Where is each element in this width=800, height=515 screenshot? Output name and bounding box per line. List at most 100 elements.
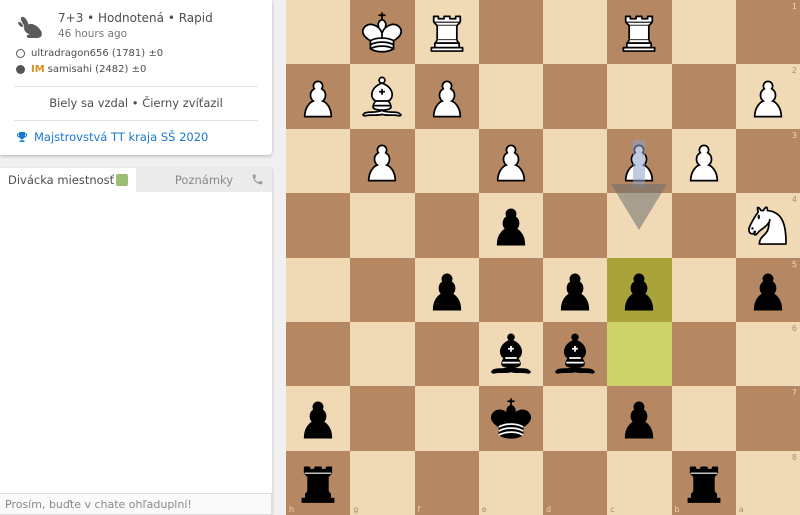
square-g3[interactable] <box>350 128 415 194</box>
square-b1[interactable] <box>671 0 736 65</box>
square-f3[interactable] <box>414 128 479 194</box>
white-pawn-icon[interactable] <box>421 71 473 123</box>
square-c4[interactable] <box>607 193 672 258</box>
square-d8[interactable]: d <box>543 450 608 515</box>
square-e7[interactable] <box>478 386 543 451</box>
square-e8[interactable]: e <box>478 450 543 515</box>
chat-toggle-checkbox[interactable] <box>116 174 128 186</box>
square-c7[interactable] <box>607 386 672 451</box>
square-e1[interactable] <box>478 0 543 65</box>
square-e3[interactable] <box>478 128 543 194</box>
black-pawn-icon[interactable] <box>613 392 665 444</box>
square-f4[interactable] <box>414 193 479 258</box>
white-pawn-icon[interactable] <box>356 135 408 187</box>
square-f8[interactable]: f <box>414 450 479 515</box>
black-rook-icon[interactable] <box>292 457 344 509</box>
black-king-icon[interactable] <box>485 392 537 444</box>
square-e6[interactable] <box>478 321 543 387</box>
black-pawn-icon[interactable] <box>613 264 665 316</box>
black-pawn-icon[interactable] <box>421 264 473 316</box>
square-d7[interactable] <box>543 386 608 451</box>
black-player[interactable]: IM samisahi (2482) ±0 <box>16 64 146 75</box>
white-rook-icon[interactable] <box>613 6 665 58</box>
square-h4[interactable] <box>286 193 351 258</box>
square-a4[interactable]: 4 <box>735 193 800 258</box>
white-rook-icon[interactable] <box>421 6 473 58</box>
square-e5[interactable] <box>478 257 543 322</box>
square-d2[interactable] <box>543 64 608 129</box>
square-g4[interactable] <box>350 193 415 258</box>
tournament-name[interactable]: Majstrovstvá TT kraja SŠ 2020 <box>34 130 208 144</box>
square-a5[interactable]: 5 <box>735 257 800 322</box>
square-d5[interactable] <box>543 257 608 322</box>
white-pawn-icon[interactable] <box>292 71 344 123</box>
square-c1[interactable] <box>607 0 672 65</box>
square-f7[interactable] <box>414 386 479 451</box>
tab-chat-room[interactable]: Divácka miestnosť <box>0 168 136 192</box>
square-g1[interactable] <box>350 0 415 65</box>
square-b5[interactable] <box>671 257 736 322</box>
tournament-link[interactable]: Majstrovstvá TT kraja SŠ 2020 <box>16 130 208 144</box>
white-king-icon[interactable] <box>356 6 408 58</box>
square-a1[interactable]: 1 <box>735 0 800 65</box>
black-rook-icon[interactable] <box>678 457 730 509</box>
square-g2[interactable] <box>350 64 415 129</box>
square-g5[interactable] <box>350 257 415 322</box>
square-g6[interactable] <box>350 321 415 387</box>
square-c8[interactable]: c <box>607 450 672 515</box>
square-h6[interactable] <box>286 321 351 387</box>
square-h2[interactable] <box>286 64 351 129</box>
black-pawn-icon[interactable] <box>292 392 344 444</box>
black-bishop-icon[interactable] <box>549 328 601 380</box>
square-h7[interactable] <box>286 386 351 451</box>
black-pawn-icon[interactable] <box>485 199 537 251</box>
white-bishop-icon[interactable] <box>356 71 408 123</box>
square-a2[interactable]: 2 <box>735 64 800 129</box>
square-b8[interactable]: b <box>671 450 736 515</box>
square-c3[interactable] <box>607 128 672 194</box>
white-pawn-icon[interactable] <box>613 135 665 187</box>
square-a6[interactable]: 6 <box>735 321 800 387</box>
square-f1[interactable] <box>414 0 479 65</box>
square-b2[interactable] <box>671 64 736 129</box>
square-e4[interactable] <box>478 193 543 258</box>
white-player[interactable]: ultradragon656 (1781) ±0 <box>16 48 163 59</box>
square-b4[interactable] <box>671 193 736 258</box>
square-d1[interactable] <box>543 0 608 65</box>
square-b3[interactable] <box>671 128 736 194</box>
square-c6[interactable] <box>607 321 672 387</box>
square-d3[interactable] <box>543 128 608 194</box>
square-f5[interactable] <box>414 257 479 322</box>
tab-notes[interactable]: Poznámky <box>136 168 272 192</box>
square-h8[interactable]: h <box>286 450 351 515</box>
square-a8[interactable]: 8a <box>735 450 800 515</box>
white-player-name[interactable]: ultradragon656 (1781) ±0 <box>31 48 163 59</box>
black-pawn-icon[interactable] <box>742 264 794 316</box>
phone-icon[interactable] <box>251 173 264 186</box>
white-knight-icon[interactable] <box>742 199 794 251</box>
square-f6[interactable] <box>414 321 479 387</box>
square-a7[interactable]: 7 <box>735 386 800 451</box>
square-e2[interactable] <box>478 64 543 129</box>
square-h3[interactable] <box>286 128 351 194</box>
chat-input[interactable] <box>0 493 272 515</box>
square-b7[interactable] <box>671 386 736 451</box>
square-g7[interactable] <box>350 386 415 451</box>
black-pawn-icon[interactable] <box>549 264 601 316</box>
square-g8[interactable]: g <box>350 450 415 515</box>
black-bishop-icon[interactable] <box>485 328 537 380</box>
square-h1[interactable] <box>286 0 351 65</box>
chess-board[interactable]: 1 234 5 6 7 h gfedcb 8a <box>286 0 800 515</box>
square-f2[interactable] <box>414 64 479 129</box>
white-pawn-icon[interactable] <box>485 135 537 187</box>
white-pawn-icon[interactable] <box>742 71 794 123</box>
square-c5[interactable] <box>607 257 672 322</box>
black-player-name[interactable]: samisahi (2482) ±0 <box>48 64 147 75</box>
square-b6[interactable] <box>671 321 736 387</box>
square-d4[interactable] <box>543 193 608 258</box>
square-c2[interactable] <box>607 64 672 129</box>
white-pawn-icon[interactable] <box>678 135 730 187</box>
square-d6[interactable] <box>543 321 608 387</box>
square-h5[interactable] <box>286 257 351 322</box>
square-a3[interactable]: 3 <box>735 128 800 194</box>
